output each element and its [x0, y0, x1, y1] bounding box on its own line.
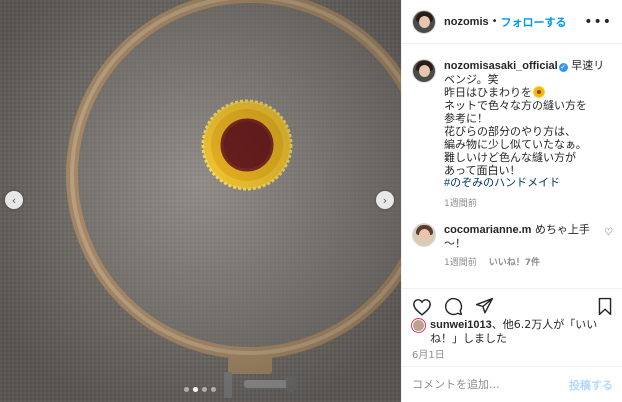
carousel-next-button[interactable]: ›: [376, 191, 394, 209]
comment-input[interactable]: [412, 378, 569, 391]
instagram-post: ‹ › nozomis • フォローする ••• nozomisasaki_of…: [0, 0, 622, 402]
comment-avatar[interactable]: [412, 223, 436, 247]
post-date[interactable]: 6月1日: [412, 346, 445, 361]
comment-like-heart-icon[interactable]: ♡: [604, 227, 613, 238]
bookmark-icon[interactable]: [597, 297, 613, 316]
comment-body: cocomarianne.m めちゃ上手～！ 1週間前 いいね！7件: [444, 223, 604, 270]
caption-body: nozomisasaki_official ✓ 早速リベンジ。笑 昨日はひまわりを…: [444, 59, 613, 211]
caption-username[interactable]: nozomisasaki_official: [444, 60, 558, 72]
comment-meta: 1週間前 いいね！7件: [444, 257, 604, 270]
more-icon[interactable]: •••: [584, 14, 612, 30]
likes-summary: sunwei1013、他6.2万人が「いいね！」しました: [412, 318, 617, 345]
caption-avatar[interactable]: [412, 59, 436, 83]
sunflower-emoji-icon: [534, 87, 544, 97]
post-side-panel: nozomis • フォローする ••• nozomisasaki_offici…: [401, 0, 622, 402]
caption-line: 参考に！: [444, 112, 488, 125]
post-header: nozomis • フォローする •••: [402, 0, 622, 44]
comments-section: nozomisasaki_official ✓ 早速リベンジ。笑 昨日はひまわりを…: [402, 45, 622, 285]
carousel-prev-button[interactable]: ‹: [5, 191, 23, 209]
post-media[interactable]: ‹ ›: [0, 0, 401, 402]
liker-avatar[interactable]: [412, 319, 425, 332]
separator-dot: •: [491, 16, 498, 27]
caption-line: 昨日はひまわりを: [444, 86, 532, 99]
caption-line: 編み物に少し似ていたなぁ。: [444, 138, 587, 151]
comment-likes[interactable]: いいね！7件: [489, 257, 540, 270]
caption-line: 難しいけど色んな縫い方が: [444, 151, 576, 164]
chevron-left-icon: ‹: [11, 193, 17, 207]
follow-button[interactable]: フォローする: [501, 14, 567, 30]
verified-icon: ✓: [558, 63, 568, 72]
share-icon[interactable]: [475, 297, 494, 316]
caption-timestamp[interactable]: 1週間前: [444, 198, 613, 211]
caption: nozomisasaki_official ✓ 早速リベンジ。笑 昨日はひまわりを…: [412, 59, 613, 211]
caption-line: あって面白い！: [444, 164, 521, 177]
embroidery-photo: [0, 0, 401, 402]
carousel-dot: [202, 387, 207, 392]
header-username[interactable]: nozomis: [444, 16, 489, 28]
liker-username[interactable]: sunwei1013: [430, 319, 492, 331]
add-comment-bar: 投稿する: [402, 366, 622, 402]
carousel-dot-active: [193, 387, 198, 392]
caption-line: ネットで色々な方の縫い方を: [444, 99, 587, 112]
comment-icon[interactable]: [444, 297, 463, 316]
comment-timestamp[interactable]: 1週間前: [444, 257, 477, 270]
carousel-indicator: [184, 387, 216, 392]
carousel-dot: [184, 387, 189, 392]
carousel-dot: [211, 387, 216, 392]
heart-icon[interactable]: [412, 298, 432, 316]
hashtag-link[interactable]: #のぞみのハンドメイド: [444, 177, 613, 190]
post-comment-button[interactable]: 投稿する: [569, 377, 613, 393]
caption-line: 花びらの部分のやり方は、: [444, 125, 576, 138]
comment-item: cocomarianne.m めちゃ上手～！ 1週間前 いいね！7件 ♡: [412, 223, 613, 270]
chevron-right-icon: ›: [382, 193, 388, 207]
avatar[interactable]: [412, 9, 436, 34]
comment-username[interactable]: cocomarianne.m: [444, 224, 531, 236]
